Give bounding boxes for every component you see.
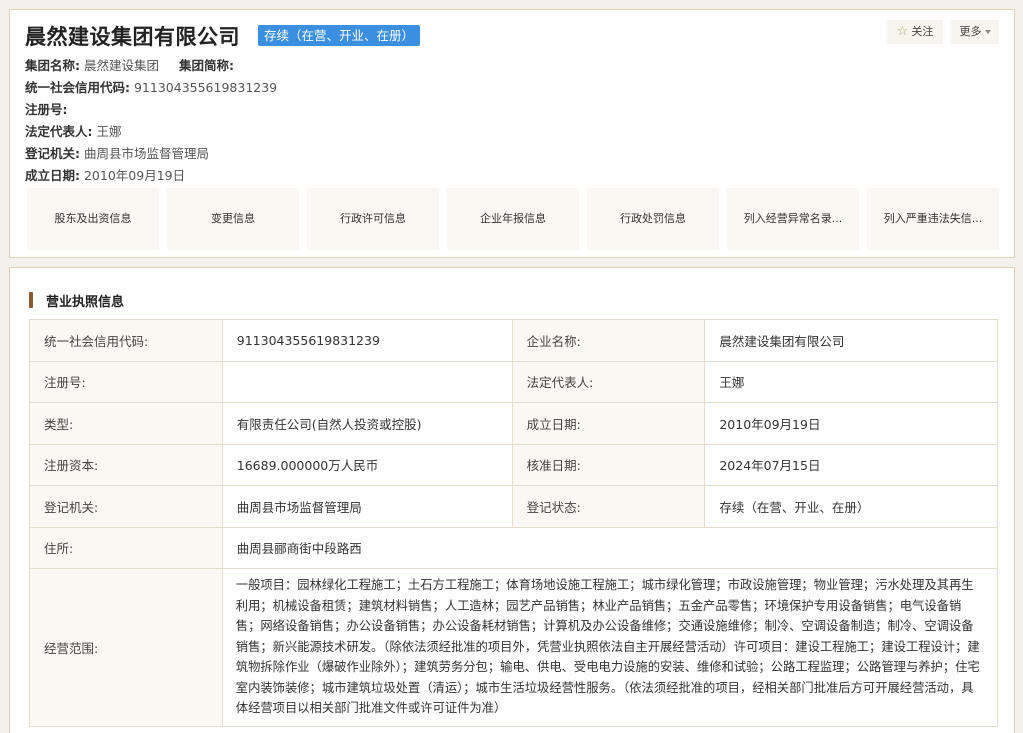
tab-abnormal-list[interactable]: 列入经营异常名录... bbox=[727, 188, 859, 250]
more-button[interactable]: 更多 bbox=[951, 20, 999, 44]
more-label: 更多 bbox=[959, 25, 982, 38]
group-info-line: 集团名称: 晨然建设集团 集团简称: bbox=[25, 55, 234, 74]
status-badge: 存续（在营、开业、在册） bbox=[258, 25, 421, 46]
follow-label: 关注 bbox=[911, 25, 934, 38]
credit-code-label: 统一社会信用代码: bbox=[25, 80, 130, 95]
authority-key: 登记机关: bbox=[29, 485, 223, 528]
founded-cell: 2010年09月19日 bbox=[704, 402, 998, 445]
type-key: 类型: bbox=[29, 402, 223, 445]
tab-shareholders[interactable]: 股东及出资信息 bbox=[27, 188, 159, 250]
license-table: 统一社会信用代码: 911304355619831239 企业名称: 晨然建设集… bbox=[29, 319, 999, 727]
founded-key: 成立日期: bbox=[511, 402, 706, 445]
group-short-label: 集团简称: bbox=[178, 58, 234, 73]
tab-admin-penalty[interactable]: 行政处罚信息 bbox=[587, 188, 719, 250]
legal-rep-value: 王娜 bbox=[96, 124, 122, 139]
star-icon: ☆ bbox=[896, 24, 909, 39]
chevron-down-icon bbox=[984, 30, 991, 34]
company-header-card: 晨然建设集团有限公司 存续（在营、开业、在册） ☆ 关注 更多 集团名称: 晨然建… bbox=[9, 9, 1015, 258]
table-row: 注册资本: 16689.000000万人民币 核准日期: 2024年07月15日 bbox=[29, 443, 998, 486]
legal-rep-label: 法定代表人: bbox=[25, 124, 93, 139]
credit-code-cell: 911304355619831239 bbox=[221, 319, 513, 362]
capital-cell: 16689.000000万人民币 bbox=[221, 443, 513, 486]
reg-no-key: 注册号: bbox=[29, 360, 223, 403]
follow-button[interactable]: ☆ 关注 bbox=[887, 20, 943, 44]
legal-rep-key: 法定代表人: bbox=[511, 360, 706, 403]
address-key: 住所: bbox=[29, 526, 223, 569]
table-row: 类型: 有限责任公司(自然人投资或控股) 成立日期: 2010年09月19日 bbox=[29, 402, 998, 445]
address-cell: 曲周县郦商街中段路西 bbox=[221, 526, 999, 569]
legal-rep-cell: 王娜 bbox=[704, 360, 998, 403]
tab-changes[interactable]: 变更信息 bbox=[167, 188, 299, 250]
authority-line: 登记机关: 曲周县市场监督管理局 bbox=[25, 143, 209, 162]
table-row: 住所: 曲周县郦商街中段路西 bbox=[29, 526, 999, 569]
reg-no-line: 注册号: bbox=[25, 99, 68, 118]
group-name-label: 集团名称: bbox=[25, 58, 80, 73]
table-row: 统一社会信用代码: 911304355619831239 企业名称: 晨然建设集… bbox=[29, 319, 998, 362]
section-marker bbox=[29, 292, 33, 308]
scope-cell: 一般项目：园林绿化工程施工；土石方工程施工；体育场地设施工程施工；城市绿化管理；… bbox=[221, 568, 999, 727]
scope-key: 经营范围: bbox=[29, 568, 223, 727]
tab-admin-license[interactable]: 行政许可信息 bbox=[307, 188, 439, 250]
credit-code-key: 统一社会信用代码: bbox=[29, 319, 223, 362]
reg-no-cell bbox=[221, 360, 513, 403]
table-row: 注册号: 法定代表人: 王娜 bbox=[29, 360, 998, 403]
tab-serious-violation[interactable]: 列入严重违法失信... bbox=[867, 188, 999, 250]
authority-cell: 曲周县市场监督管理局 bbox=[221, 485, 513, 528]
reg-status-cell: 存续（在营、开业、在册） bbox=[704, 485, 998, 528]
company-name-key: 企业名称: bbox=[511, 319, 706, 362]
info-tab-bar: 股东及出资信息 变更信息 行政许可信息 企业年报信息 行政处罚信息 列入经营异常… bbox=[27, 188, 999, 250]
authority-value: 曲周县市场监督管理局 bbox=[83, 146, 209, 161]
approved-key: 核准日期: bbox=[511, 443, 706, 486]
section-title: 营业执照信息 bbox=[46, 295, 125, 310]
tab-annual-report[interactable]: 企业年报信息 bbox=[447, 188, 579, 250]
company-name-cell: 晨然建设集团有限公司 bbox=[704, 319, 998, 362]
founded-line: 成立日期: 2010年09月19日 bbox=[25, 165, 185, 184]
capital-key: 注册资本: bbox=[29, 443, 223, 486]
table-row: 经营范围: 一般项目：园林绿化工程施工；土石方工程施工；体育场地设施工程施工；城… bbox=[29, 568, 999, 727]
company-title: 晨然建设集团有限公司 bbox=[25, 25, 240, 49]
credit-code-value: 911304355619831239 bbox=[133, 80, 278, 95]
legal-rep-line: 法定代表人: 王娜 bbox=[25, 121, 122, 140]
reg-status-key: 登记状态: bbox=[511, 485, 706, 528]
reg-no-label: 注册号: bbox=[25, 102, 68, 117]
founded-label: 成立日期: bbox=[25, 168, 80, 183]
authority-label: 登记机关: bbox=[25, 146, 80, 161]
table-row: 登记机关: 曲周县市场监督管理局 登记状态: 存续（在营、开业、在册） bbox=[29, 485, 998, 528]
credit-code-line: 统一社会信用代码: 911304355619831239 bbox=[25, 77, 277, 96]
group-name-value: 晨然建设集团 bbox=[83, 58, 159, 73]
approved-cell: 2024年07月15日 bbox=[704, 443, 998, 486]
license-info-card: 营业执照信息 统一社会信用代码: 911304355619831239 企业名称… bbox=[9, 267, 1015, 733]
type-cell: 有限责任公司(自然人投资或控股) bbox=[221, 402, 513, 445]
founded-value: 2010年09月19日 bbox=[83, 168, 186, 183]
